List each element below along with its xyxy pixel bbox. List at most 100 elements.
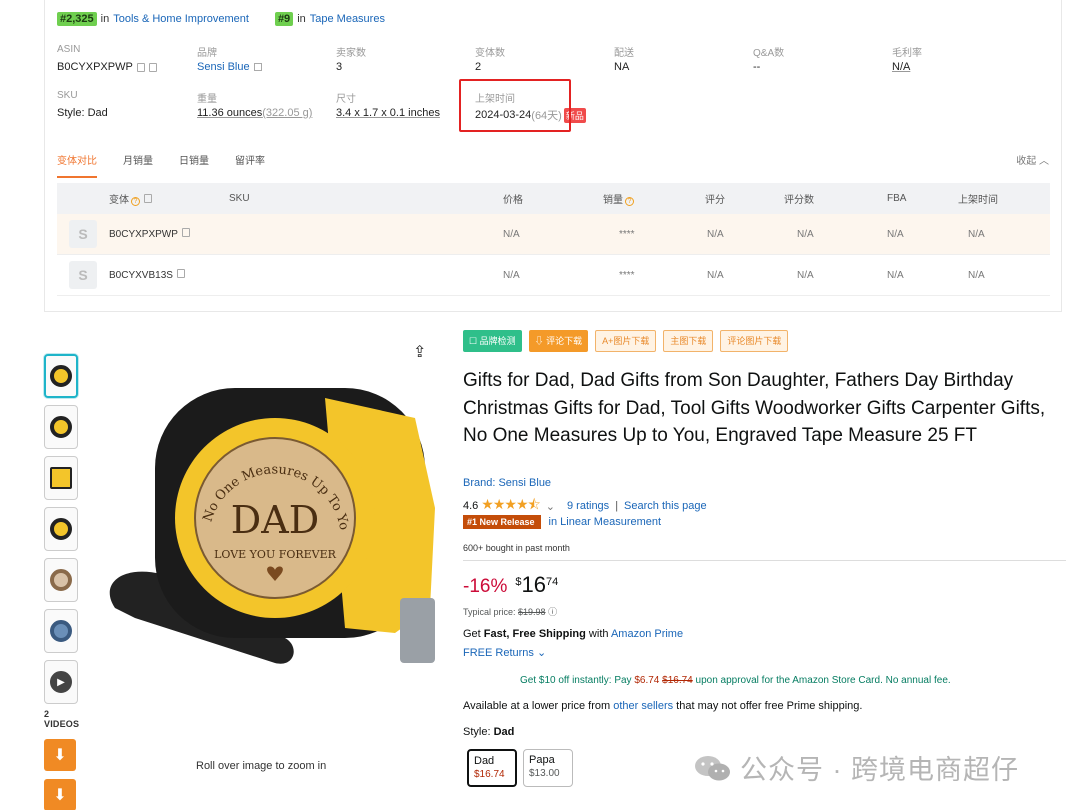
download-button[interactable]: ⬇ bbox=[44, 739, 76, 771]
thumbnail-video[interactable]: ▶ bbox=[44, 660, 78, 704]
review-image-download-button[interactable]: 评论图片下载 bbox=[720, 330, 789, 352]
tab-daily-sales[interactable]: 日销量 bbox=[179, 152, 209, 178]
product-info-icon bbox=[50, 467, 72, 489]
button-label: 品牌检测 bbox=[479, 336, 516, 346]
product-main-image[interactable]: No One Measures Up To You! DAD LOVE YOU … bbox=[95, 378, 440, 668]
variant-rating-count: N/A bbox=[797, 228, 814, 240]
variant-price: N/A bbox=[503, 228, 520, 240]
info-sellers: 卖家数 3 bbox=[336, 44, 476, 73]
variant-asin: B0CYXPXPWP bbox=[109, 228, 190, 240]
lower-price-notice: Available at a lower price from other se… bbox=[463, 700, 862, 712]
help-icon[interactable]: ? bbox=[131, 197, 140, 206]
store-card-offer[interactable]: Get $10 off instantly: Pay $6.74 $16.74 … bbox=[520, 675, 951, 686]
discount-percent: -16% bbox=[463, 576, 508, 597]
thumbnail-3[interactable] bbox=[44, 456, 78, 500]
shipping-text: Get bbox=[463, 628, 484, 640]
external-link-icon[interactable] bbox=[253, 63, 262, 71]
header-price: 价格 bbox=[503, 195, 523, 206]
other-sellers-link[interactable]: other sellers bbox=[613, 700, 673, 712]
rank-category-link[interactable]: Tools & Home Improvement bbox=[113, 13, 249, 25]
ratings-count-link[interactable]: 9 ratings bbox=[567, 500, 609, 512]
copy-icon[interactable] bbox=[144, 194, 152, 203]
header-sku: SKU bbox=[229, 193, 250, 204]
header-variant: 变体? bbox=[109, 191, 152, 206]
copy-icon[interactable] bbox=[148, 62, 157, 72]
share-icon[interactable]: ⇪ bbox=[413, 342, 426, 362]
download-button[interactable]: ⬇ bbox=[44, 779, 76, 810]
rank-badge-overall: #2,325 bbox=[57, 12, 97, 26]
zoom-hint: Roll over image to zoom in bbox=[196, 760, 327, 772]
typical-price-value: $19.98 bbox=[518, 607, 546, 617]
notice-text: Available at a lower price from bbox=[463, 700, 614, 712]
variant-fba: N/A bbox=[887, 269, 904, 281]
aplus-image-download-button[interactable]: A+图片下载 bbox=[595, 330, 657, 352]
variant-sales: **** bbox=[619, 228, 635, 240]
style-options: Dad $16.74 Papa $13.00 bbox=[467, 749, 579, 787]
notice-text: that may not offer free Prime shipping. bbox=[673, 700, 863, 712]
product-title: Gifts for Dad, Dad Gifts from Son Daught… bbox=[463, 370, 1046, 446]
help-icon[interactable]: ? bbox=[625, 197, 634, 206]
button-label: 评论下载 bbox=[546, 336, 583, 346]
typical-price: Typical price: $19.98 ⓘ bbox=[463, 605, 557, 618]
engraving-sub-text: LOVE YOU FOREVER bbox=[214, 548, 337, 561]
new-release-badge[interactable]: #1 New Release bbox=[463, 515, 541, 529]
tape-measure-icon bbox=[50, 416, 72, 438]
tab-review-rate[interactable]: 留评率 bbox=[235, 152, 265, 178]
brand-check-button[interactable]: ☐ 品牌检测 bbox=[463, 330, 522, 352]
tab-variant-compare[interactable]: 变体对比 bbox=[57, 152, 97, 178]
rating-value: 4.6 bbox=[463, 500, 479, 512]
price-fraction: 74 bbox=[545, 576, 559, 588]
price-whole: 16 bbox=[521, 572, 546, 597]
option-name: Papa bbox=[529, 754, 555, 766]
offer-text: upon approval for the Amazon Store Card.… bbox=[692, 675, 951, 686]
info-value: Style: Dad bbox=[57, 107, 108, 119]
tab-monthly-sales[interactable]: 月销量 bbox=[123, 152, 153, 178]
info-value[interactable]: N/A bbox=[892, 61, 1032, 73]
style-option-papa[interactable]: Papa $13.00 bbox=[523, 749, 573, 787]
videos-label: 2 VIDEOS bbox=[44, 709, 80, 729]
checkbox-icon: ☐ bbox=[469, 336, 480, 346]
copy-icon[interactable] bbox=[176, 269, 185, 278]
free-returns-link[interactable]: FREE Returns ⌄ bbox=[463, 646, 546, 659]
chevron-up-icon: ︿ bbox=[1036, 156, 1049, 167]
launch-date-highlight-box bbox=[459, 79, 571, 132]
thumbnail-6[interactable] bbox=[44, 609, 78, 653]
variant-row[interactable]: S B0CYXVB13S N/A **** N/A N/A N/A N/A bbox=[57, 255, 1050, 296]
style-option-dad[interactable]: Dad $16.74 bbox=[467, 749, 517, 787]
info-icon[interactable]: ⓘ bbox=[548, 607, 557, 617]
review-download-button[interactable]: ⇩ 评论下载 bbox=[528, 330, 589, 352]
prime-link[interactable]: Amazon Prime bbox=[611, 628, 683, 640]
rank-row: #2,325 in Tools & Home Improvement #9 in… bbox=[57, 12, 411, 26]
collapse-button[interactable]: 收起 ︿ bbox=[1016, 152, 1049, 167]
variant-row[interactable]: S B0CYXPXPWP N/A **** N/A N/A N/A N/A bbox=[57, 214, 1050, 255]
copy-icon[interactable] bbox=[181, 228, 190, 237]
thumbnail-5[interactable] bbox=[44, 558, 78, 602]
wechat-icon bbox=[695, 755, 730, 780]
thumbnail-1[interactable] bbox=[44, 354, 78, 398]
info-dimensions: 尺寸 3.4 x 1.7 x 0.1 inches bbox=[336, 90, 476, 119]
info-value[interactable]: Sensi Blue bbox=[197, 61, 337, 73]
info-margin: 毛利率 N/A bbox=[892, 44, 1032, 73]
thumbnail-4[interactable] bbox=[44, 507, 78, 551]
variant-table: 变体? SKU 价格 销量? 评分 评分数 FBA 上架时间 S B0CYXPX… bbox=[57, 183, 1050, 296]
weight-grams: (322.05 g) bbox=[262, 107, 313, 119]
brand-link[interactable]: Sensi Blue bbox=[197, 61, 250, 73]
info-value: NA bbox=[614, 61, 630, 73]
shipping-bold: Fast, Free Shipping bbox=[483, 628, 586, 640]
info-sku: SKU Style: Dad bbox=[57, 90, 197, 119]
person-photo-icon bbox=[50, 569, 72, 591]
new-release-category-link[interactable]: in Linear Measurement bbox=[549, 516, 662, 528]
brand-link[interactable]: Brand: Sensi Blue bbox=[463, 477, 551, 489]
main-image-download-button[interactable]: 主图下载 bbox=[663, 330, 714, 352]
rank-in-text: in bbox=[100, 13, 110, 25]
asin-text: B0CYXPXPWP bbox=[109, 229, 178, 240]
variant-sales: **** bbox=[619, 269, 635, 281]
search-page-link[interactable]: Search this page bbox=[624, 500, 707, 512]
copy-icon[interactable] bbox=[136, 62, 145, 72]
thumbnail-2[interactable] bbox=[44, 405, 78, 449]
header-rating-count: 评分数 bbox=[784, 195, 814, 206]
chevron-down-icon: ⌄ bbox=[536, 647, 547, 659]
info-label: 配送 bbox=[614, 48, 634, 59]
rank-subcategory-link[interactable]: Tape Measures bbox=[310, 13, 385, 25]
chevron-down-icon[interactable]: ⌄ bbox=[546, 500, 555, 513]
